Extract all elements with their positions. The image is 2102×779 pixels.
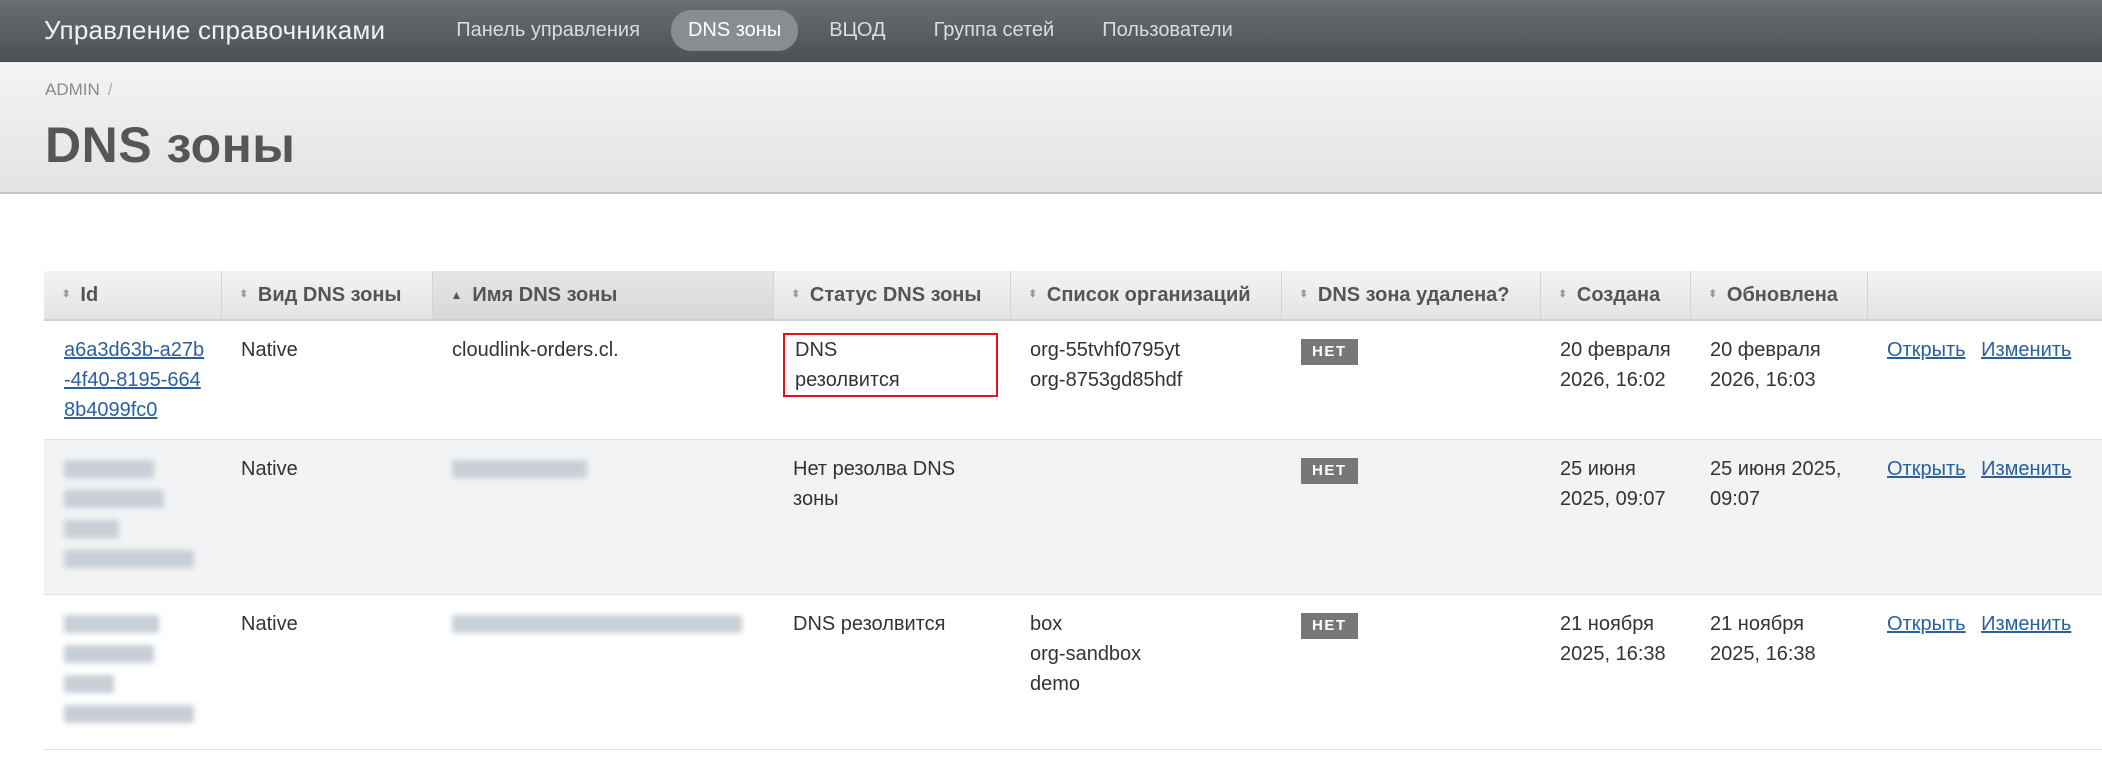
cell-deleted: НЕТ	[1281, 320, 1540, 440]
cell-organizations: org-55tvhf0795yt org-8753gd85hdf	[1010, 320, 1281, 440]
redacted-zone-name	[452, 460, 587, 478]
column-header-deleted[interactable]: ⬍ DNS зона удалена?	[1281, 271, 1541, 321]
redacted-id	[64, 460, 209, 568]
dns-zones-table: ⬍ Id ⬍ Вид DNS зоны ▲ Имя DNS зоны ⬍ Статус …	[44, 271, 2102, 750]
edit-link[interactable]: Изменить	[1981, 339, 2071, 361]
dns-zones-table-container: ⬍ Id ⬍ Вид DNS зоны ▲ Имя DNS зоны ⬍ Статус …	[44, 271, 2102, 750]
nav-item-vcod[interactable]: ВЦОД	[812, 10, 902, 51]
cell-zone-status: DNS резолвится	[773, 594, 1010, 750]
table-row: Native DNS резолвится box org-sandbox de…	[44, 594, 2102, 750]
sort-icon: ⬍	[1708, 289, 1717, 301]
cell-id: a6a3d63b-a27b-4f40-8195-6648b4099fc0	[44, 320, 221, 440]
main-nav: Панель управления DNS зоны ВЦОД Группа с…	[439, 10, 1264, 51]
nav-item-users[interactable]: Пользователи	[1085, 10, 1250, 51]
cell-created: 25 июня 2025, 09:07	[1540, 439, 1690, 595]
column-header-zone-type[interactable]: ⬍ Вид DNS зоны	[221, 271, 433, 321]
column-header-actions	[1867, 271, 2102, 321]
breadcrumb-admin-link[interactable]: ADMIN	[45, 80, 100, 99]
open-link[interactable]: Открыть	[1887, 613, 1966, 635]
sort-ascending-icon: ▲	[450, 288, 463, 303]
column-header-created[interactable]: ⬍ Создана	[1540, 271, 1691, 321]
edit-link[interactable]: Изменить	[1981, 458, 2071, 480]
sort-icon: ⬍	[791, 289, 800, 301]
cell-actions: Открыть Изменить	[1867, 320, 2102, 440]
cell-zone-status: Нет резолва DNS зоны	[773, 439, 1010, 595]
cell-updated: 25 июня 2025, 09:07	[1690, 439, 1867, 595]
cell-organizations: box org-sandbox demo	[1010, 594, 1281, 750]
cell-actions: Открыть Изменить	[1867, 594, 2102, 750]
cell-updated: 20 февраля 2026, 16:03	[1690, 320, 1867, 440]
deleted-badge: НЕТ	[1301, 458, 1358, 484]
cell-deleted: НЕТ	[1281, 439, 1540, 595]
app-title[interactable]: Управление справочниками	[44, 15, 385, 46]
cell-zone-name	[432, 439, 773, 595]
highlighted-status: DNS резолвится	[783, 333, 998, 397]
cell-zone-name: cloudlink-orders.cl.	[432, 320, 773, 440]
cell-organizations	[1010, 439, 1281, 595]
nav-item-dns-zones[interactable]: DNS зоны	[670, 10, 799, 51]
cell-zone-status: DNS резолвится	[773, 320, 1010, 440]
organization-item: org-8753gd85hdf	[1030, 369, 1183, 391]
column-header-id[interactable]: ⬍ Id	[44, 271, 222, 321]
nav-item-network-groups[interactable]: Группа сетей	[917, 10, 1072, 51]
nav-item-dashboard[interactable]: Панель управления	[439, 10, 657, 51]
cell-id	[44, 594, 221, 750]
column-header-zone-name[interactable]: ▲ Имя DNS зоны	[432, 271, 774, 321]
cell-updated: 21 ноября 2025, 16:38	[1690, 594, 1867, 750]
open-link[interactable]: Открыть	[1887, 339, 1966, 361]
organization-item: demo	[1030, 673, 1081, 695]
organization-item: org-55tvhf0795yt	[1030, 339, 1181, 361]
cell-created: 20 февраля 2026, 16:02	[1540, 320, 1690, 440]
redacted-zone-name	[452, 615, 742, 633]
deleted-badge: НЕТ	[1301, 613, 1358, 639]
breadcrumb: ADMIN /	[45, 62, 2102, 100]
column-header-updated[interactable]: ⬍ Обновлена	[1690, 271, 1868, 321]
cell-zone-name	[432, 594, 773, 750]
cell-zone-type: Native	[221, 594, 432, 750]
zone-id-link[interactable]: a6a3d63b-a27b-4f40-8195-6648b4099fc0	[64, 339, 204, 421]
column-header-organizations[interactable]: ⬍ Список организаций	[1010, 271, 1282, 321]
sort-icon: ⬍	[1558, 289, 1567, 301]
table-row: a6a3d63b-a27b-4f40-8195-6648b4099fc0 Nat…	[44, 320, 2102, 440]
cell-created: 21 ноября 2025, 16:38	[1540, 594, 1690, 750]
sort-icon: ⬍	[62, 289, 71, 301]
deleted-badge: НЕТ	[1301, 339, 1358, 365]
top-navbar: Управление справочниками Панель управлен…	[0, 0, 2102, 62]
cell-zone-type: Native	[221, 320, 432, 440]
sort-icon: ⬍	[1028, 289, 1037, 301]
cell-zone-type: Native	[221, 439, 432, 595]
organization-item: box	[1030, 613, 1063, 635]
column-header-zone-status[interactable]: ⬍ Статус DNS зоны	[773, 271, 1011, 321]
table-row: Native Нет резолва DNS зоны НЕТ 25 июня …	[44, 439, 2102, 595]
edit-link[interactable]: Изменить	[1981, 613, 2071, 635]
page-title: DNS зоны	[45, 117, 296, 173]
open-link[interactable]: Открыть	[1887, 458, 1966, 480]
redacted-id	[64, 615, 209, 723]
sort-icon: ⬍	[239, 289, 248, 301]
sort-icon: ⬍	[1299, 289, 1308, 301]
cell-deleted: НЕТ	[1281, 594, 1540, 750]
breadcrumb-separator: /	[107, 80, 113, 99]
organization-item: org-sandbox	[1030, 643, 1142, 665]
cell-actions: Открыть Изменить	[1867, 439, 2102, 595]
cell-id	[44, 439, 221, 595]
page-header: ADMIN / DNS зоны	[0, 62, 2102, 194]
